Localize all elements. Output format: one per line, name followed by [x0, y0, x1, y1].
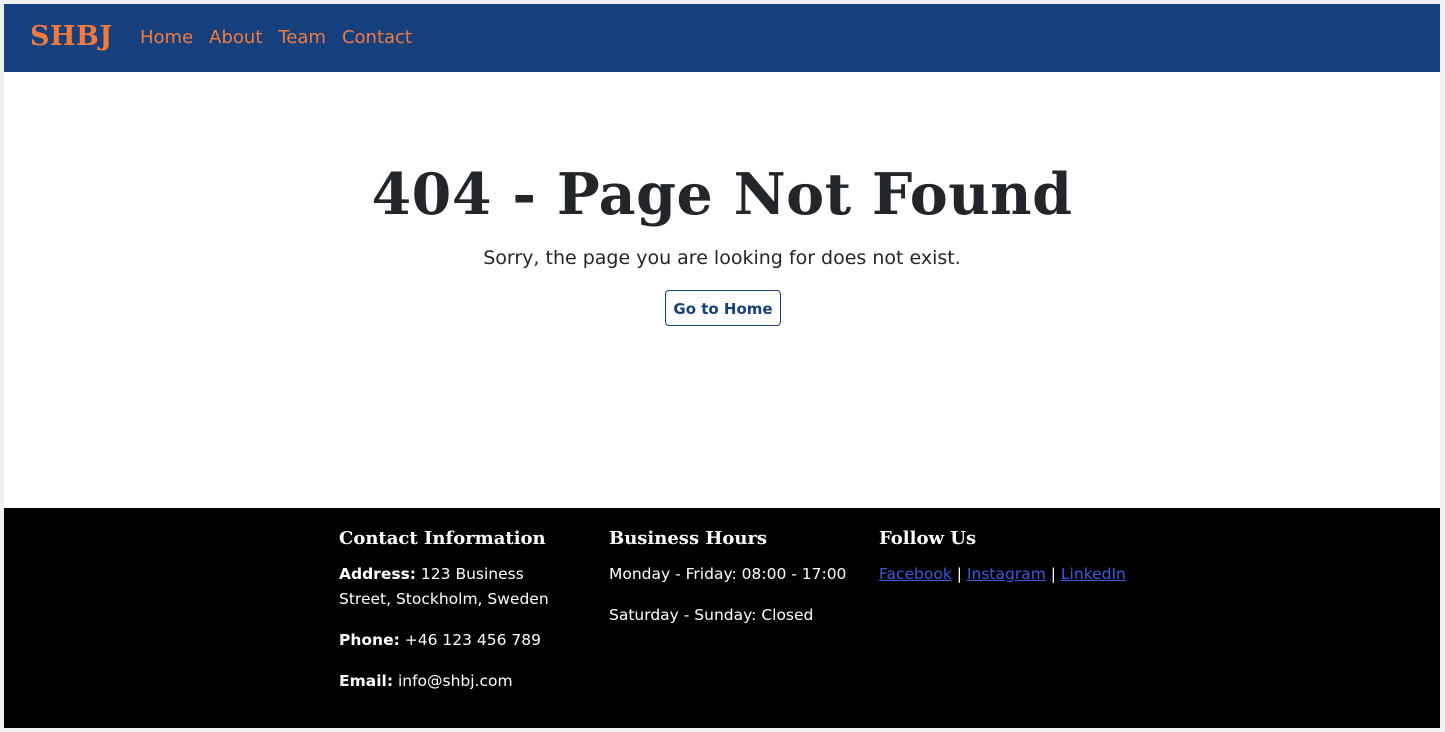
nav-about-link[interactable]: About — [209, 25, 262, 51]
contact-info-section: Contact Information Address: 123 Busines… — [339, 526, 579, 710]
address-line: Address: 123 Business Street, Stockholm,… — [339, 562, 579, 612]
nav-links: Home About Team Contact — [140, 25, 428, 51]
follow-us-heading: Follow Us — [879, 528, 977, 549]
brand-logo[interactable]: SHBJ — [30, 21, 113, 53]
business-hours-heading: Business Hours — [609, 528, 768, 549]
social-links: Facebook | Instagram | LinkedIn — [879, 562, 1139, 587]
footer: Contact Information Address: 123 Busines… — [4, 508, 1440, 728]
go-home-button[interactable]: Go to Home — [665, 290, 781, 326]
business-hours-section: Business Hours Monday - Friday: 08:00 - … — [609, 526, 859, 644]
weekday-hours: Monday - Friday: 08:00 - 17:00 — [609, 565, 847, 583]
email-value: info@shbj.com — [393, 672, 513, 690]
phone-label: Phone: — [339, 631, 400, 649]
email-label: Email: — [339, 672, 394, 690]
follow-us-section: Follow Us Facebook | Instagram | LinkedI… — [879, 526, 1139, 603]
linkedin-link[interactable]: LinkedIn — [1061, 565, 1126, 583]
nav-contact-link[interactable]: Contact — [342, 25, 412, 51]
page: SHBJ Home About Team Contact 404 - Page … — [4, 4, 1440, 728]
facebook-link[interactable]: Facebook — [879, 565, 952, 583]
weekend-hours: Saturday - Sunday: Closed — [609, 606, 814, 624]
email-line: Email: info@shbj.com — [339, 669, 579, 694]
link-separator: | — [1050, 565, 1056, 583]
link-separator: | — [956, 565, 963, 583]
navbar: SHBJ Home About Team Contact — [4, 4, 1440, 72]
nav-home-link[interactable]: Home — [140, 25, 193, 51]
page-title: 404 - Page Not Found — [371, 161, 1073, 228]
address-label: Address: — [339, 565, 416, 583]
contact-info-heading: Contact Information — [339, 528, 546, 549]
phone-value: +46 123 456 789 — [399, 631, 541, 649]
phone-line: Phone: +46 123 456 789 — [339, 628, 579, 653]
main-content: 404 - Page Not Found Sorry, the page you… — [4, 72, 1440, 508]
instagram-link[interactable]: Instagram — [967, 565, 1046, 583]
error-message: Sorry, the page you are looking for does… — [483, 247, 961, 269]
nav-team-link[interactable]: Team — [278, 25, 326, 51]
